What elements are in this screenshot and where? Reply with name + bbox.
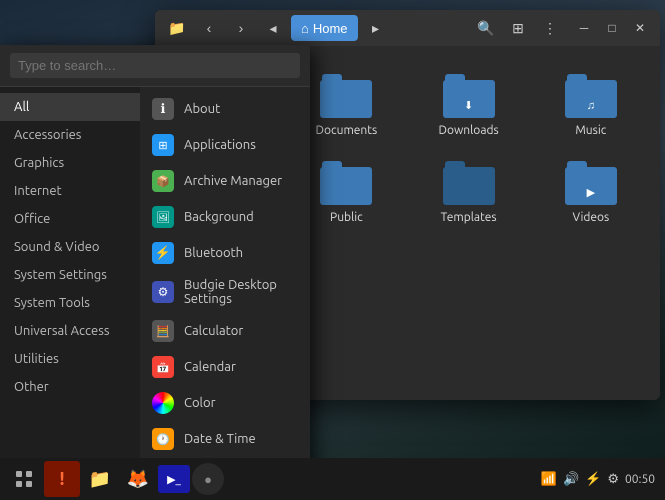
file-item-downloads[interactable]: ⬇ Downloads: [416, 70, 522, 141]
more-options-button[interactable]: ⋮: [536, 14, 564, 42]
files-taskbar-icon[interactable]: 📁: [82, 461, 118, 497]
category-list: All Accessories Graphics Internet Office…: [0, 87, 140, 500]
folder-icon-templates: [443, 161, 495, 205]
network-tray-icon[interactable]: 📶: [541, 472, 557, 487]
category-accessories[interactable]: Accessories: [0, 121, 140, 149]
file-manager-titlebar: 📁 ‹ › ◂ ⌂ Home ▸ 🔍 ⊞ ⋮ ─ □ ✕: [155, 10, 660, 46]
file-label-public: Public: [330, 211, 363, 224]
app-calculator[interactable]: 🧮 Calculator: [140, 313, 310, 349]
date-time-icon: 🕐: [152, 428, 174, 450]
category-system-tools[interactable]: System Tools: [0, 289, 140, 317]
window-controls: ─ □ ✕: [572, 16, 652, 40]
home-icon: ⌂: [301, 21, 309, 36]
bluetooth-icon: ⚡: [152, 242, 174, 264]
home-button[interactable]: ⌂ Home: [291, 15, 358, 41]
view-toggle-button[interactable]: ⊞: [504, 14, 532, 42]
calendar-icon: 📅: [152, 356, 174, 378]
calendar-label: Calendar: [184, 360, 236, 374]
taskbar: ! 📁 🦊 ▶_ ● 📶 🔊 ⚡ ⚙ 00:50: [0, 458, 665, 500]
alert-icon[interactable]: !: [44, 461, 80, 497]
category-universal-access[interactable]: Universal Access: [0, 317, 140, 345]
app-about[interactable]: ℹ About: [140, 91, 310, 127]
app-applications[interactable]: ⊞ Applications: [140, 127, 310, 163]
app-background[interactable]: 🖼 Background: [140, 199, 310, 235]
firefox-taskbar-icon[interactable]: 🦊: [120, 461, 156, 497]
file-label-documents: Documents: [316, 124, 378, 137]
clock-display: 00:50: [625, 473, 655, 486]
apps-grid-icon[interactable]: [6, 461, 42, 497]
color-icon: [152, 392, 174, 414]
background-label: Background: [184, 210, 254, 224]
color-label: Color: [184, 396, 216, 410]
close-button[interactable]: ✕: [628, 16, 652, 40]
home-label: Home: [313, 21, 348, 36]
search-bar: [0, 45, 310, 87]
background-icon: 🖼: [152, 206, 174, 228]
category-other[interactable]: Other: [0, 373, 140, 401]
archive-manager-label: Archive Manager: [184, 174, 282, 188]
folder-icon-documents: [320, 74, 372, 118]
folder-icon-videos: ▶: [565, 161, 617, 205]
terminal-taskbar-icon[interactable]: ▶_: [158, 465, 190, 493]
sound-tray-icon[interactable]: 🔊: [563, 472, 579, 487]
category-office[interactable]: Office: [0, 205, 140, 233]
nav-arrow-right[interactable]: ▸: [362, 14, 390, 42]
category-internet[interactable]: Internet: [0, 177, 140, 205]
system-tray: 📶 🔊 ⚡ ⚙: [541, 472, 619, 487]
calculator-icon: 🧮: [152, 320, 174, 342]
bluetooth-label: Bluetooth: [184, 246, 243, 260]
about-label: About: [184, 102, 220, 116]
app-calendar[interactable]: 📅 Calendar: [140, 349, 310, 385]
folder-overlay-downloads: ⬇: [464, 99, 473, 112]
category-graphics[interactable]: Graphics: [0, 149, 140, 177]
folder-overlay-music: ♫: [587, 100, 595, 112]
applications-label: Applications: [184, 138, 256, 152]
budgie-settings-label: Budgie Desktop Settings: [184, 278, 298, 306]
file-label-videos: Videos: [572, 211, 609, 224]
forward-button[interactable]: ›: [227, 14, 255, 42]
app-archive-manager[interactable]: 📦 Archive Manager: [140, 163, 310, 199]
taskbar-left: ! 📁 🦊 ▶_ ●: [6, 461, 224, 497]
date-time-label: Date & Time: [184, 432, 256, 446]
category-system-settings[interactable]: System Settings: [0, 261, 140, 289]
about-icon: ℹ: [152, 98, 174, 120]
settings-tray-icon[interactable]: ⚙: [607, 472, 619, 487]
search-button[interactable]: 🔍: [472, 14, 500, 42]
app-menu: All Accessories Graphics Internet Office…: [0, 45, 310, 500]
file-label-music: Music: [575, 124, 606, 137]
app-bluetooth[interactable]: ⚡ Bluetooth: [140, 235, 310, 271]
power-tray-icon[interactable]: ⚡: [585, 472, 601, 487]
folder-icon-music: ♫: [565, 74, 617, 118]
budgie-settings-icon: ⚙: [152, 281, 174, 303]
folder-overlay-videos: ▶: [587, 186, 595, 199]
category-sound-video[interactable]: Sound & Video: [0, 233, 140, 261]
category-utilities[interactable]: Utilities: [0, 345, 140, 373]
app-list: ℹ About ⊞ Applications 📦 Archive Manager…: [140, 87, 310, 500]
settings-taskbar-icon[interactable]: ●: [192, 463, 224, 495]
file-item-templates[interactable]: Templates: [416, 157, 522, 228]
file-label-templates: Templates: [441, 211, 497, 224]
archive-manager-icon: 📦: [152, 170, 174, 192]
taskbar-right: 📶 🔊 ⚡ ⚙ 00:50: [541, 472, 659, 487]
minimize-button[interactable]: ─: [572, 16, 596, 40]
file-manager-app-icon[interactable]: 📁: [163, 14, 191, 42]
maximize-button[interactable]: □: [600, 16, 624, 40]
applications-icon: ⊞: [152, 134, 174, 156]
back-button[interactable]: ‹: [195, 14, 223, 42]
menu-body: All Accessories Graphics Internet Office…: [0, 87, 310, 500]
folder-icon-downloads: ⬇: [443, 74, 495, 118]
search-input[interactable]: [10, 53, 300, 78]
app-date-time[interactable]: 🕐 Date & Time: [140, 421, 310, 457]
file-item-music[interactable]: ♫ Music: [538, 70, 644, 141]
folder-icon-public: [320, 161, 372, 205]
app-color[interactable]: Color: [140, 385, 310, 421]
app-budgie-settings[interactable]: ⚙ Budgie Desktop Settings: [140, 271, 310, 313]
nav-arrow-left[interactable]: ◂: [259, 14, 287, 42]
file-item-videos[interactable]: ▶ Videos: [538, 157, 644, 228]
calculator-label: Calculator: [184, 324, 243, 338]
category-all[interactable]: All: [0, 93, 140, 121]
file-label-downloads: Downloads: [439, 124, 499, 137]
